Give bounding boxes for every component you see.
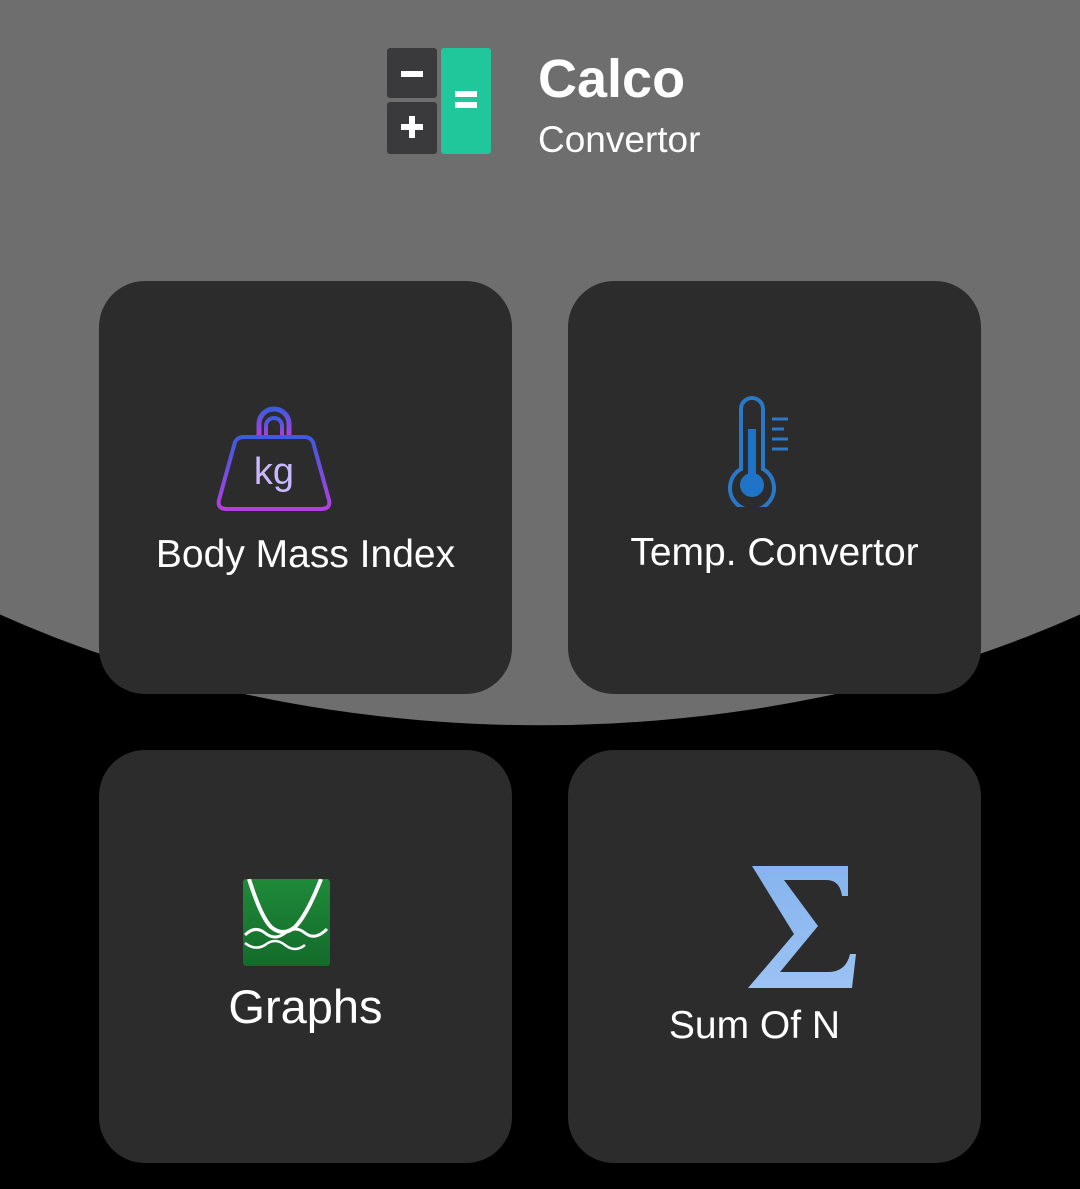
sum-of-n-label: Sum Of N [668,1004,841,1047]
sum-of-n-card[interactable]: Sum Of N [568,750,981,1163]
app-subtitle: Convertor [538,119,701,160]
temp-convertor-card[interactable]: Temp. Convertor [568,281,981,694]
app-title: Calco [538,49,686,109]
weight-kg-icon: kg [216,406,332,511]
graph-icon [243,879,330,966]
temp-convertor-label: Temp. Convertor [630,531,919,574]
calculator-logo-icon [387,48,491,154]
graphs-card[interactable]: Graphs [99,750,512,1163]
bmi-card[interactable]: kg Body Mass Index [99,281,512,694]
sigma-icon [748,866,856,988]
bmi-label: Body Mass Index [155,533,456,576]
graphs-label: Graphs [228,980,383,1033]
app-screen: Calco Convertor kg Body Mass Index Temp.… [0,0,1080,1189]
kg-icon-text: kg [254,451,294,493]
thermometer-icon [728,396,788,507]
